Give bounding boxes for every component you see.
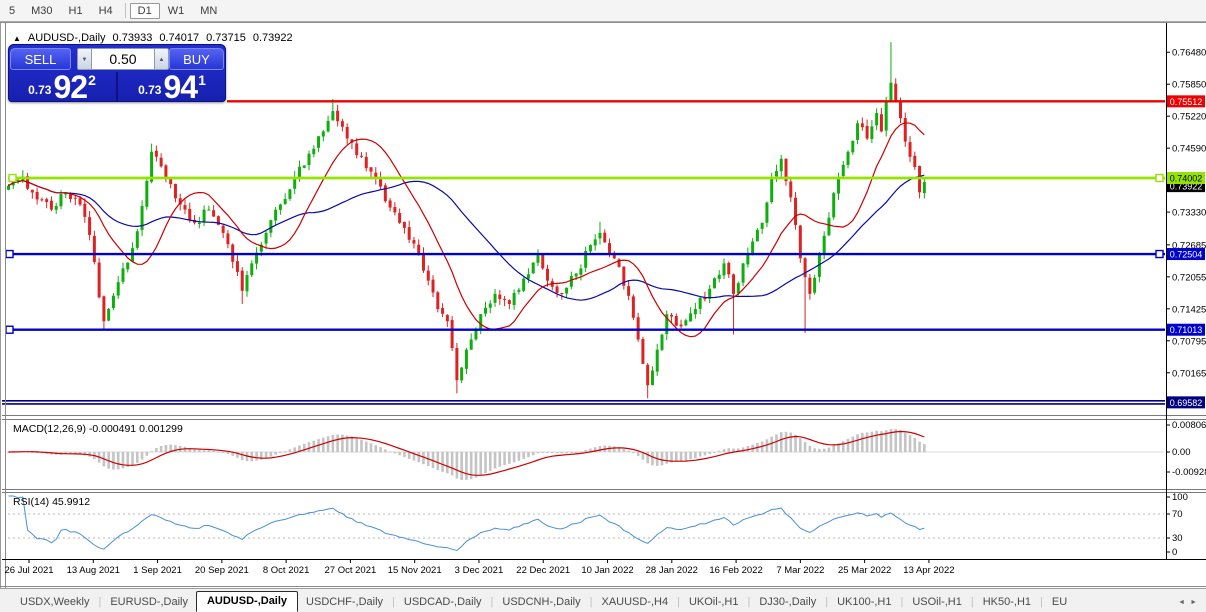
chart-canvas[interactable]: 0.764800.758500.752200.745900.733300.726… <box>0 22 1206 588</box>
ohlc-low: 0.73715 <box>206 32 246 44</box>
symbol-tab-USDCNH-Daily[interactable]: USDCNH-,Daily <box>494 592 588 612</box>
svg-text:RSI(14) 45.9912: RSI(14) 45.9912 <box>13 496 90 508</box>
symbol-arrow-icon: ▲ <box>13 33 21 43</box>
symbol-tab-XAUUSD-H4[interactable]: XAUUSD-,H4 <box>593 592 676 612</box>
one-click-trading-panel: SELL ▼ 0.50 ▲ BUY 0.73 92 2 0.73 94 1 <box>8 44 226 105</box>
svg-text:0.75850: 0.75850 <box>1172 80 1206 91</box>
sell-price-big: 92 <box>53 69 88 105</box>
svg-text:7 Mar 2022: 7 Mar 2022 <box>776 565 824 576</box>
symbol-tab-HK50-H1[interactable]: HK50-,H1 <box>975 592 1039 612</box>
svg-text:3 Dec 2021: 3 Dec 2021 <box>455 565 504 576</box>
timeframe-button-H1[interactable]: H1 <box>61 3 91 19</box>
toolbar-separator <box>124 3 126 18</box>
svg-text:28 Jan 2022: 28 Jan 2022 <box>646 565 698 576</box>
timeframe-button-M30[interactable]: M30 <box>23 3 60 19</box>
symbol-tab-USDCHF-Daily[interactable]: USDCHF-,Daily <box>298 592 391 612</box>
symbol-tab-UKOil-H1[interactable]: UKOil-,H1 <box>681 592 747 612</box>
svg-text:0.69582: 0.69582 <box>1170 398 1203 408</box>
svg-text:0.70795: 0.70795 <box>1172 336 1206 347</box>
buy-price-big: 94 <box>163 69 198 105</box>
ohlc-open: 0.73933 <box>112 32 153 44</box>
symbol-tab-USDX-Weekly[interactable]: USDX,Weekly <box>12 592 97 612</box>
symbol-tab-EURUSD-Daily[interactable]: EURUSD-,Daily <box>102 592 196 612</box>
svg-text:26 Jul 2021: 26 Jul 2021 <box>4 565 53 576</box>
svg-text:0.75220: 0.75220 <box>1172 112 1206 123</box>
svg-text:0.71013: 0.71013 <box>1170 325 1203 335</box>
svg-text:0.00: 0.00 <box>1172 447 1191 458</box>
chart-title-row: ▲ AUDUSD-,Daily 0.73933 0.74017 0.73715 … <box>13 32 293 44</box>
ohlc-close: 0.73922 <box>252 32 293 44</box>
sell-price[interactable]: 0.73 92 2 <box>8 69 116 105</box>
symbol-tab-EU[interactable]: EU <box>1044 592 1075 612</box>
triangle-down-icon: ▼ <box>81 57 88 63</box>
symbol-tab-UK100-H1[interactable]: UK100-,H1 <box>829 592 899 612</box>
svg-text:1 Sep 2021: 1 Sep 2021 <box>133 565 182 576</box>
timeframe-toolbar: 5 M30 H1 H4 D1 W1 MN <box>0 0 1206 22</box>
chart-symbol-title: AUDUSD-,Daily <box>27 32 106 44</box>
svg-text:0.74002: 0.74002 <box>1170 174 1203 184</box>
svg-text:0.74590: 0.74590 <box>1172 144 1206 155</box>
symbol-tab-bar: USDX,Weekly | EURUSD-,Daily AUDUSD-,Daily US… <box>0 588 1206 612</box>
timeframe-button-5[interactable]: 5 <box>1 3 23 19</box>
symbol-tab-USOil-H1[interactable]: USOil-,H1 <box>904 592 970 612</box>
buy-price-sup: 1 <box>198 72 206 88</box>
buy-price-prefix: 0.73 <box>138 83 162 97</box>
svg-text:70: 70 <box>1172 509 1183 520</box>
svg-text:30: 30 <box>1172 533 1183 544</box>
buy-price[interactable]: 0.73 94 1 <box>116 69 226 105</box>
spread-control: ▼ 0.50 ▲ <box>76 48 169 70</box>
svg-text:10 Jan 2022: 10 Jan 2022 <box>581 565 633 576</box>
spread-increase-button[interactable]: ▲ <box>153 48 169 70</box>
timeframe-button-MN[interactable]: MN <box>192 3 225 19</box>
symbol-tab-USDCAD-Daily[interactable]: USDCAD-,Daily <box>396 592 490 612</box>
svg-text:22 Dec 2021: 22 Dec 2021 <box>516 565 570 576</box>
svg-text:0.00806: 0.00806 <box>1172 420 1206 431</box>
svg-text:16 Feb 2022: 16 Feb 2022 <box>709 565 762 576</box>
svg-text:100: 100 <box>1172 492 1188 503</box>
svg-text:25 Mar 2022: 25 Mar 2022 <box>838 565 891 576</box>
timeframe-button-H4[interactable]: H4 <box>91 3 121 19</box>
chart-window[interactable]: 0.76480 0.75850 0.75220 0.74590 0.73330 0.726… <box>0 22 1206 588</box>
sell-price-prefix: 0.73 <box>28 83 52 97</box>
svg-text:15 Nov 2021: 15 Nov 2021 <box>388 565 442 576</box>
symbol-tab-DJ30-Daily[interactable]: DJ30-,Daily <box>751 592 824 612</box>
svg-text:0.72504: 0.72504 <box>1170 250 1203 260</box>
triangle-up-icon: ▲ <box>158 57 165 63</box>
buy-button[interactable]: BUY <box>168 48 224 70</box>
svg-text:13 Aug 2021: 13 Aug 2021 <box>67 565 120 576</box>
svg-text:0.75512: 0.75512 <box>1170 97 1203 107</box>
svg-text:27 Oct 2021: 27 Oct 2021 <box>325 565 377 576</box>
svg-text:8 Oct 2021: 8 Oct 2021 <box>263 565 309 576</box>
svg-text:0.73330: 0.73330 <box>1172 208 1206 219</box>
sell-price-sup: 2 <box>88 72 96 88</box>
svg-text:13 Apr 2022: 13 Apr 2022 <box>903 565 954 576</box>
spread-decrease-button[interactable]: ▼ <box>76 48 92 70</box>
svg-text:0.70165: 0.70165 <box>1172 368 1206 379</box>
svg-text:0.72055: 0.72055 <box>1172 272 1206 283</box>
svg-text:0.76480: 0.76480 <box>1172 48 1206 59</box>
symbol-tab-AUDUSD-Daily[interactable]: AUDUSD-,Daily <box>195 591 299 612</box>
timeframe-button-W1[interactable]: W1 <box>160 3 193 19</box>
spread-input[interactable]: 0.50 <box>91 48 154 70</box>
ohlc-high: 0.74017 <box>159 32 200 44</box>
sell-button[interactable]: SELL <box>10 48 71 70</box>
svg-text:0.71425: 0.71425 <box>1172 304 1206 315</box>
svg-text:0: 0 <box>1172 547 1177 558</box>
svg-text:-0.00928: -0.00928 <box>1172 467 1206 478</box>
timeframe-button-D1[interactable]: D1 <box>129 2 160 19</box>
svg-text:20 Sep 2021: 20 Sep 2021 <box>195 565 249 576</box>
tab-scroll-arrows[interactable]: ◄► <box>1178 599 1202 606</box>
svg-text:MACD(12,26,9) -0.000491 0.0012: MACD(12,26,9) -0.000491 0.001299 <box>13 423 183 435</box>
